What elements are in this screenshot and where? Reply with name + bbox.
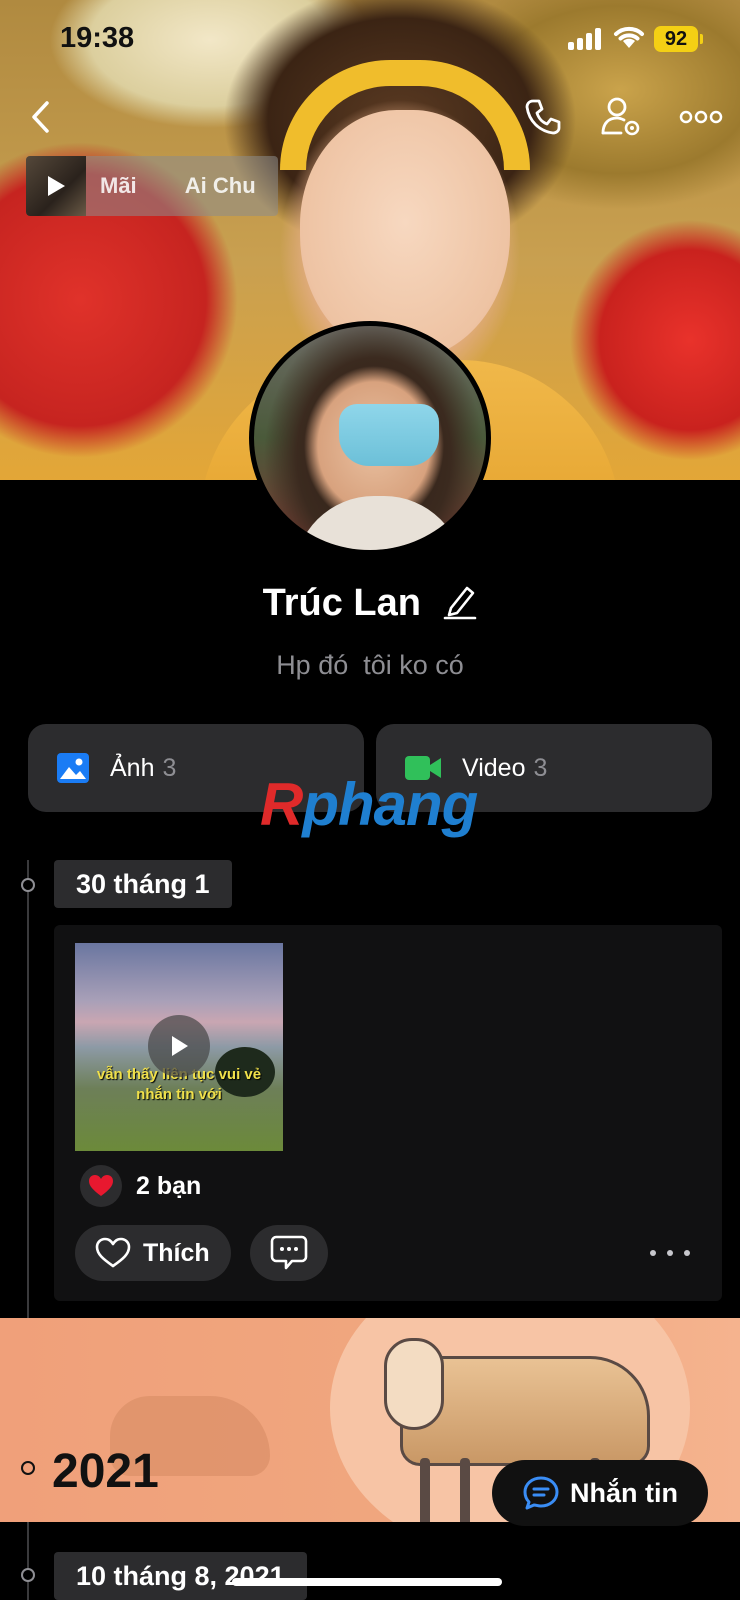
dot [650, 1250, 656, 1256]
watermark-first-letter: R [260, 771, 303, 838]
call-button[interactable] [520, 94, 566, 140]
home-indicator [232, 1578, 502, 1586]
videos-count: 3 [533, 753, 548, 782]
back-button[interactable] [18, 94, 64, 140]
chat-bubble-icon [523, 1476, 559, 1510]
year-label: 2021 [52, 1445, 159, 1498]
profile-name-row: Trúc Lan [0, 582, 740, 625]
heart-reaction-icon [80, 1165, 122, 1207]
dot [684, 1250, 690, 1256]
watermark-rest: phang [302, 771, 478, 838]
post-video-thumbnail[interactable]: vẫn thấy liên tục vui vẻ nhắn tin với [75, 943, 283, 1151]
pencil-icon [444, 586, 477, 620]
music-title: Mãi Ai Chu [100, 173, 256, 198]
profile-music-player[interactable]: Mãi Ai Chu [26, 156, 278, 216]
battery-indicator: 92 [654, 26, 703, 52]
play-icon [48, 176, 65, 196]
like-button[interactable]: Thích [75, 1225, 231, 1281]
timeline-dot [21, 878, 35, 892]
photos-label: Ảnh [110, 753, 155, 782]
profile-bio: Hp đó tôi ko có [276, 650, 464, 680]
cow-leg [420, 1458, 430, 1522]
ellipsis-icon [679, 110, 723, 124]
avatar-shirt [294, 496, 464, 550]
photos-count: 3 [162, 753, 177, 782]
watermark-logo: Rphang [260, 770, 478, 839]
timeline-date: 30 tháng 1 [54, 860, 232, 908]
video-caption-line2: nhắn tin với [136, 1086, 222, 1103]
dot [667, 1250, 673, 1256]
cellular-signal-icon [568, 26, 604, 50]
video-play-button[interactable] [148, 1015, 210, 1077]
phone-icon [525, 99, 561, 135]
user-settings-icon [601, 97, 640, 136]
timeline-date: 10 tháng 8, 2021 [54, 1552, 307, 1600]
profile-name: Trúc Lan [262, 582, 421, 624]
post-reactions[interactable]: 2 bạn [80, 1165, 201, 1207]
chevron-left-icon [32, 101, 49, 133]
status-bar: 19:38 92 [0, 0, 740, 80]
reaction-count: 2 bạn [136, 1171, 202, 1200]
cow-leg [460, 1458, 470, 1522]
banner-cow-head [384, 1338, 444, 1430]
profile-settings-button[interactable] [598, 94, 644, 140]
like-label: Thích [143, 1238, 210, 1267]
avatar[interactable] [249, 321, 491, 555]
heart-outline-icon [95, 1237, 131, 1268]
wifi-icon [614, 26, 644, 48]
comment-icon [270, 1235, 308, 1270]
play-icon [172, 1036, 188, 1056]
timeline-dot [21, 1461, 35, 1475]
comment-button[interactable] [250, 1225, 328, 1281]
status-time: 19:38 [60, 22, 135, 54]
post-more-button[interactable] [650, 1241, 690, 1265]
avatar-mask [339, 404, 439, 466]
music-thumbnail [26, 156, 86, 216]
message-label: Nhắn tin [570, 1477, 678, 1508]
timeline-post: vẫn thấy liên tục vui vẻ nhắn tin với 2 … [54, 925, 722, 1301]
edit-name-button[interactable] [443, 582, 477, 625]
more-options-button[interactable] [678, 94, 724, 140]
timeline-dot [21, 1568, 35, 1582]
photo-icon [57, 753, 89, 783]
message-button[interactable]: Nhắn tin [492, 1460, 708, 1526]
